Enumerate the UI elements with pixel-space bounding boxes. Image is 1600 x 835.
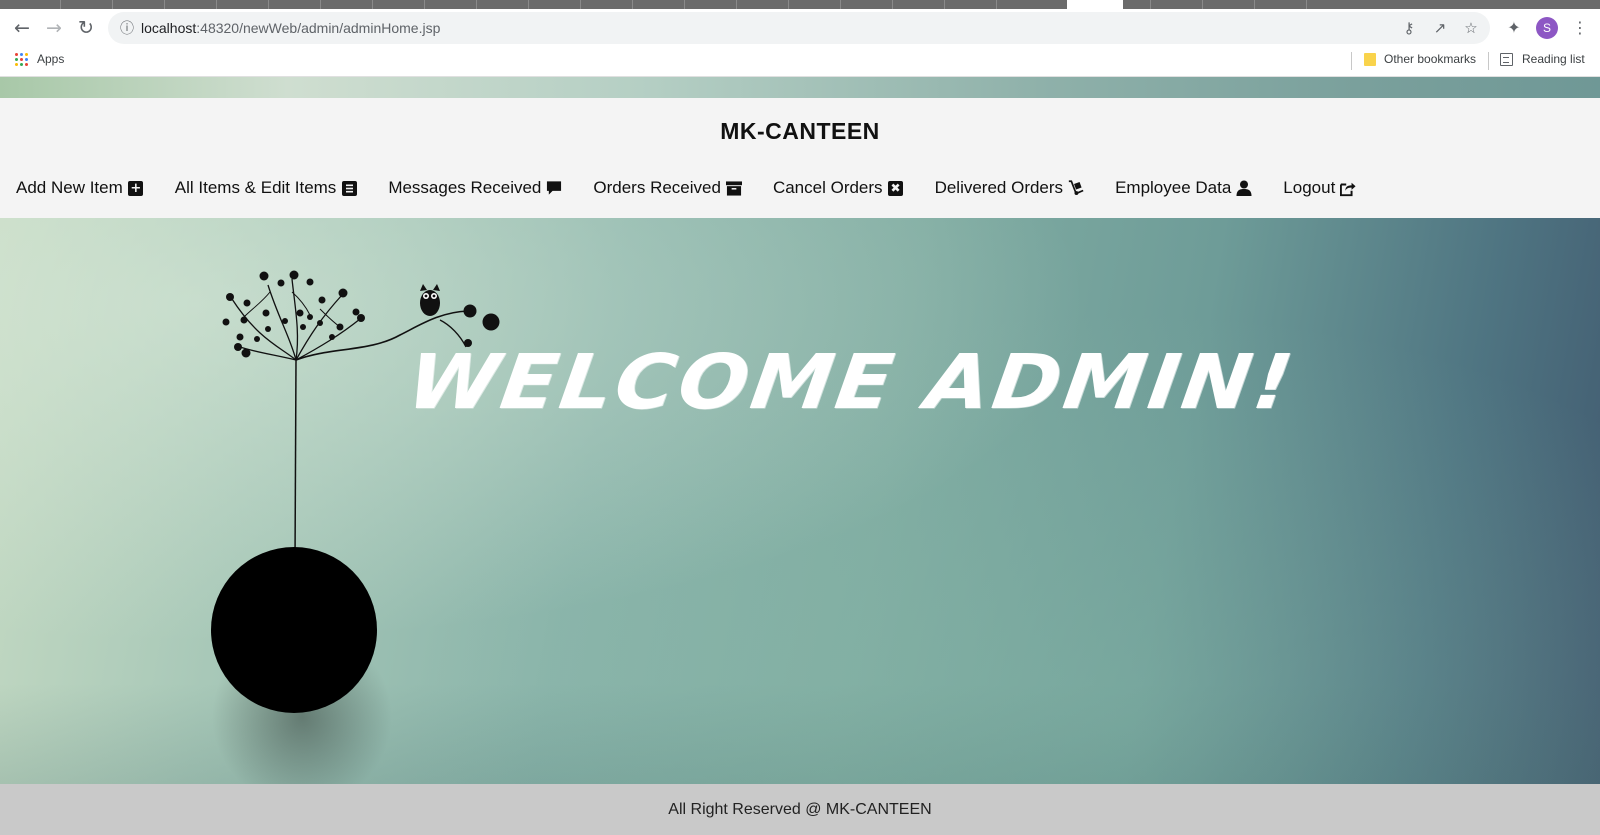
page-body: MK-CANTEEN Add New Item + All Items & Ed… xyxy=(0,77,1600,835)
nav-employee-data[interactable]: Employee Data xyxy=(1115,178,1252,198)
welcome-heading: WELCOME ADMIN! xyxy=(401,338,1301,427)
top-decor-band xyxy=(0,77,1600,98)
site-title: MK-CANTEEN xyxy=(720,118,880,144)
nav-delivered-orders[interactable]: Delivered Orders xyxy=(935,178,1085,198)
nav-label: Messages Received xyxy=(388,178,542,197)
apps-label: Apps xyxy=(37,52,65,66)
active-tab[interactable] xyxy=(1067,0,1123,9)
list-icon xyxy=(341,180,357,196)
dolly-icon xyxy=(1068,180,1084,196)
nav-logout[interactable]: Logout xyxy=(1283,178,1356,198)
browser-tab-strip xyxy=(0,0,1600,9)
extensions-puzzle-icon[interactable]: ✦ xyxy=(1504,17,1524,37)
reload-icon[interactable]: ↻ xyxy=(73,15,99,41)
site-info-icon[interactable]: ⓘ xyxy=(118,19,136,37)
browser-toolbar: ← → ↻ ⓘ localhost:48320/newWeb/admin/adm… xyxy=(0,9,1600,46)
folder-icon xyxy=(1364,52,1376,66)
archive-icon xyxy=(725,180,742,196)
nav-label: Cancel Orders xyxy=(772,178,883,197)
other-bookmarks-label: Other bookmarks xyxy=(1384,52,1477,66)
nav-messages-received[interactable]: Messages Received xyxy=(388,178,562,198)
profile-avatar[interactable]: S xyxy=(1536,17,1558,39)
nav-orders-received[interactable]: Orders Received xyxy=(593,178,742,198)
owl-icon xyxy=(420,284,440,316)
apps-grid-icon xyxy=(15,52,28,66)
admin-nav: Add New Item + All Items & Edit Items Me… xyxy=(16,178,1387,198)
forward-arrow-icon[interactable]: → xyxy=(41,15,67,41)
nav-label: Orders Received xyxy=(593,178,721,197)
nav-label: Employee Data xyxy=(1115,178,1232,197)
user-icon xyxy=(1236,180,1252,196)
nav-label: Logout xyxy=(1283,178,1336,197)
apps-shortcut[interactable]: Apps xyxy=(15,52,64,66)
share-icon[interactable]: ↗ xyxy=(1431,19,1449,37)
site-header: MK-CANTEEN Add New Item + All Items & Ed… xyxy=(0,98,1600,218)
plus-square-icon: + xyxy=(128,180,144,196)
nav-label: Add New Item xyxy=(16,178,123,197)
reading-list[interactable]: Reading list xyxy=(1500,52,1585,66)
address-bar[interactable]: ⓘ localhost:48320/newWeb/admin/adminHome… xyxy=(108,12,1490,44)
nav-label: All Items & Edit Items xyxy=(174,178,337,197)
nav-cancel-orders[interactable]: Cancel Orders ✖ xyxy=(773,178,904,198)
other-bookmarks[interactable]: Other bookmarks xyxy=(1364,52,1476,66)
bookmark-star-icon[interactable]: ☆ xyxy=(1462,19,1480,37)
url-text[interactable]: localhost:48320/newWeb/admin/adminHome.j… xyxy=(141,20,440,36)
key-icon[interactable]: ⚷ xyxy=(1400,19,1418,37)
nav-add-new-item[interactable]: Add New Item + xyxy=(16,178,144,198)
bookmarks-bar: Apps Other bookmarks Reading list xyxy=(0,46,1600,77)
site-footer: All Right Reserved @ MK-CANTEEN xyxy=(0,784,1600,835)
comment-icon xyxy=(546,180,562,196)
footer-text: All Right Reserved @ MK-CANTEEN xyxy=(668,800,932,818)
menu-kebab-icon[interactable]: ⋮ xyxy=(1570,17,1590,37)
share-out-icon xyxy=(1340,180,1356,196)
nav-label: Delivered Orders xyxy=(934,178,1064,197)
back-arrow-icon[interactable]: ← xyxy=(9,15,35,41)
nav-all-items-edit[interactable]: All Items & Edit Items xyxy=(175,178,358,198)
hanging-ball-icon xyxy=(211,547,377,713)
x-square-icon: ✖ xyxy=(888,180,904,196)
reading-list-label: Reading list xyxy=(1522,52,1585,66)
bookmarks-divider xyxy=(1351,52,1352,70)
reading-list-icon xyxy=(1500,52,1513,66)
bookmarks-divider xyxy=(1488,52,1489,70)
